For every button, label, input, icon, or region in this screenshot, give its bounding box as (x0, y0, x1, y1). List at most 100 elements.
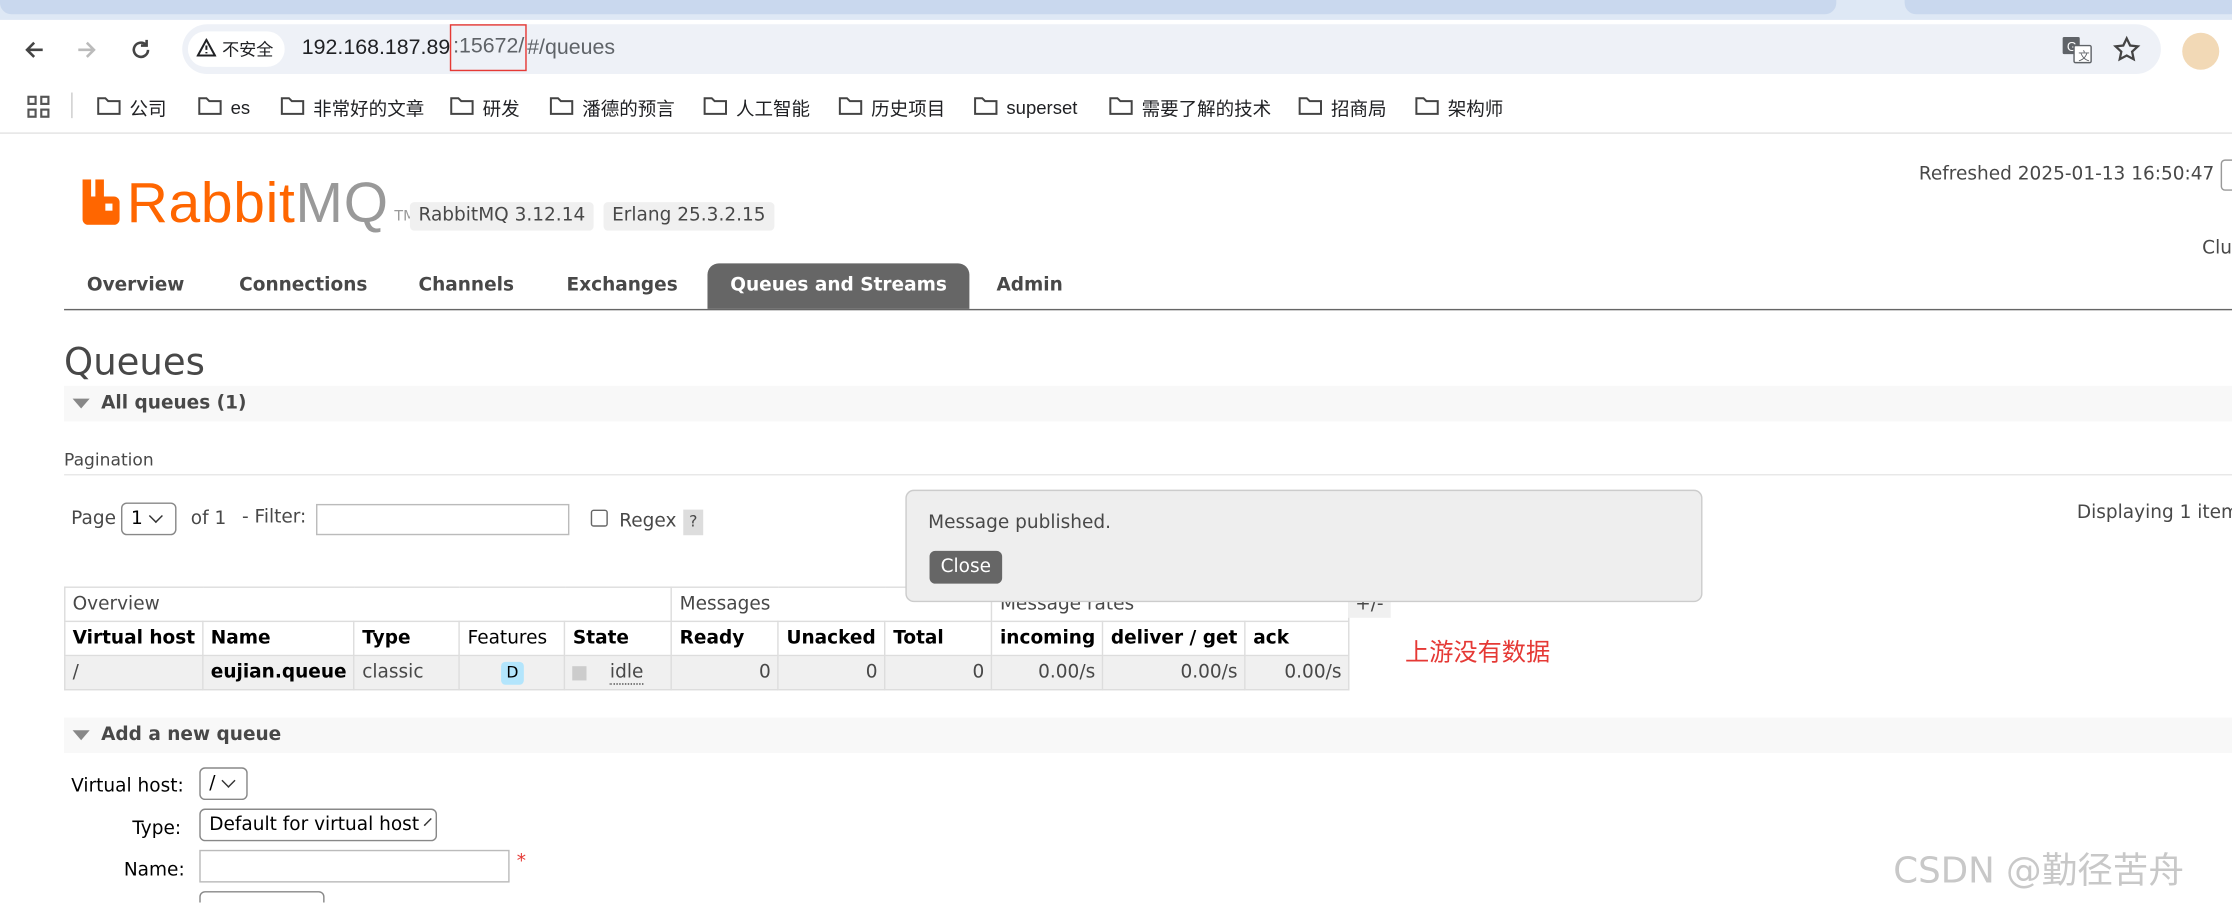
state-indicator-icon (573, 665, 587, 679)
tab-exchanges[interactable]: Exchanges (544, 263, 701, 309)
pagination-label: Pagination (64, 450, 154, 470)
refresh-interval-select[interactable] (2221, 159, 2232, 190)
tab-queues-and-streams[interactable]: Queues and Streams (707, 263, 969, 309)
name-label: Name: (124, 860, 185, 881)
bookmark-item[interactable]: 招商局 (1298, 90, 1386, 124)
tab-overview[interactable]: Overview (64, 263, 207, 309)
queue-name-link[interactable]: eujian.queue (203, 656, 354, 690)
all-queues-heading: All queues (1) (101, 393, 246, 414)
state-label: idle (610, 662, 643, 685)
star-icon[interactable] (2111, 34, 2142, 65)
durable-badge: D (501, 661, 524, 684)
bookmark-item[interactable]: 潘德的预言 (549, 90, 674, 124)
tab-channels[interactable]: Channels (396, 263, 537, 309)
column-header-unacked[interactable]: Unacked (779, 621, 886, 655)
page-select-value: 1 (131, 508, 143, 529)
column-header-total[interactable]: Total (885, 621, 992, 655)
browser-tab[interactable] (0, 0, 1836, 14)
popup-close-button[interactable]: Close (930, 551, 1003, 584)
tab-connections[interactable]: Connections (216, 263, 390, 309)
collapse-triangle-icon (73, 730, 90, 740)
collapse-triangle-icon (73, 399, 90, 409)
column-header-name[interactable]: Name (203, 621, 354, 655)
rabbitmq-version-badge: RabbitMQ 3.12.14 (410, 202, 594, 230)
warning-icon (196, 38, 216, 61)
cell-deliver-get: 0.00/s (1103, 656, 1245, 690)
browser-tab[interactable] (1905, 0, 2232, 14)
column-header-ack[interactable]: ack (1245, 621, 1349, 655)
bookmarks-separator (71, 93, 72, 119)
forward-icon[interactable] (67, 30, 107, 70)
bookmark-label: 潘德的预言 (582, 93, 675, 120)
folder-icon (703, 95, 727, 119)
cell-ready: 0 (672, 656, 779, 690)
type-label: Type: (132, 819, 181, 840)
bookmark-item[interactable]: 架构师 (1415, 90, 1503, 124)
folder-icon (974, 95, 998, 119)
column-header-state[interactable]: State (565, 621, 672, 655)
add-queue-section-toggle[interactable]: Add a new queue (64, 717, 2232, 753)
insecure-label: 不安全 (222, 37, 273, 61)
erlang-version-badge: Erlang 25.3.2.15 (604, 202, 775, 230)
column-header-type[interactable]: Type (354, 621, 459, 655)
logo-text-rabbit: Rabbit (127, 172, 296, 235)
tab-admin[interactable]: Admin (974, 263, 1086, 309)
regex-label: Regex (619, 511, 676, 532)
back-icon[interactable] (14, 30, 54, 70)
queue-type-select[interactable]: Default for virtual host (199, 809, 437, 842)
security-chip[interactable]: 不安全 (188, 31, 285, 67)
cell-state: idle (565, 656, 672, 690)
bookmark-label: superset (1006, 96, 1077, 117)
bookmark-label: 历史项目 (871, 93, 945, 120)
page-label: Page (71, 508, 116, 529)
all-queues-section-toggle[interactable]: All queues (1) (64, 386, 2232, 422)
queue-type-value: Default for virtual host (209, 814, 419, 835)
page-select[interactable]: 1 (121, 502, 177, 535)
virtual-host-select[interactable]: / (199, 767, 247, 800)
cluster-label: Clu (2202, 238, 2232, 259)
annotation-text: 上游没有数据 (1405, 632, 1550, 668)
profile-icon[interactable] (2182, 33, 2219, 70)
url-hash: #/queues (527, 36, 615, 60)
bookmark-item[interactable]: 需要了解的技术 (1109, 90, 1271, 124)
folder-icon (838, 95, 862, 119)
displaying-count: Displaying 1 item (2077, 502, 2232, 523)
bookmark-item[interactable]: superset (974, 90, 1078, 124)
cell-ack: 0.00/s (1245, 656, 1349, 690)
column-header-deliver-get[interactable]: deliver / get (1103, 621, 1245, 655)
bookmark-label: 研发 (483, 93, 520, 120)
bookmark-item[interactable]: 公司 (97, 90, 167, 124)
translate-icon[interactable]: G文 (2061, 36, 2092, 64)
filter-label: - Filter: (242, 507, 306, 528)
regex-help-button[interactable]: ? (683, 510, 703, 536)
bookmark-label: es (231, 96, 251, 117)
folder-icon (97, 95, 121, 119)
rabbitmq-logo[interactable]: RabbitMQ TM (80, 174, 416, 231)
refreshed-timestamp: Refreshed 2025-01-13 16:50:47 (1919, 164, 2214, 185)
column-header-features: Features (460, 621, 565, 655)
page-of-label: of 1 (191, 508, 226, 529)
table-row: / eujian.queue classic D idle 0 0 0 0.00… (65, 656, 1350, 690)
svg-text:文: 文 (2078, 49, 2089, 63)
durability-select[interactable] (199, 891, 324, 902)
queue-name-input[interactable] (199, 850, 509, 883)
logo-text-mq: MQ (296, 172, 389, 235)
regex-checkbox[interactable] (591, 510, 608, 527)
required-mark: * (517, 851, 526, 872)
bookmark-item[interactable]: 人工智能 (703, 90, 810, 124)
column-header-ready[interactable]: Ready (672, 621, 779, 655)
cell-total: 0 (885, 656, 992, 690)
reload-icon[interactable] (121, 30, 161, 70)
group-header-overview: Overview (65, 587, 672, 621)
apps-icon[interactable] (26, 94, 52, 120)
url-text[interactable]: 192.168.187.89:15672/#/queues (302, 36, 615, 60)
filter-input[interactable] (316, 504, 569, 535)
column-header-incoming[interactable]: incoming (992, 621, 1103, 655)
bookmark-item[interactable]: 研发 (450, 90, 520, 124)
bookmark-item[interactable]: 非常好的文章 (280, 90, 424, 124)
folder-icon (1298, 95, 1322, 119)
cell-features: D (460, 656, 565, 690)
bookmark-item[interactable]: es (198, 90, 250, 124)
column-header-virtual-host[interactable]: Virtual host (65, 621, 203, 655)
bookmark-item[interactable]: 历史项目 (838, 90, 945, 124)
